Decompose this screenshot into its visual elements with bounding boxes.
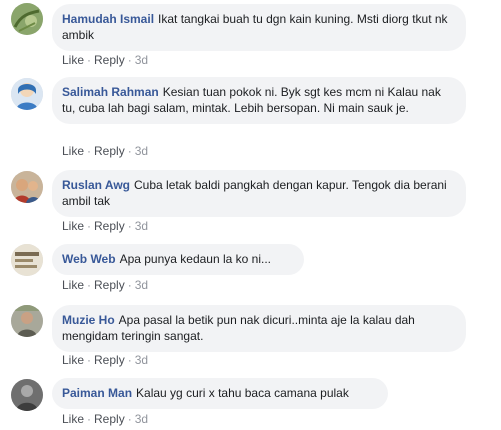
comment-timestamp[interactable]: 3d (135, 353, 148, 367)
comment-bubble: Salimah Rahman Kesian tuan pokok ni. Byk … (52, 77, 466, 124)
comment-bubble: Ruslan Awg Cuba letak baldi pangkah denga… (52, 170, 466, 217)
separator-dot: · (127, 144, 132, 158)
separator-dot: · (87, 144, 92, 158)
reply-button[interactable]: Reply (94, 144, 125, 158)
comment-text: Kalau yg curi x tahu baca camana pulak (136, 386, 349, 400)
separator-dot: · (127, 412, 132, 426)
comment-bubble: Muzie Ho Apa pasal la betik pun nak dicur… (52, 305, 466, 352)
comment-timestamp[interactable]: 3d (135, 144, 148, 158)
comment-bubble: Hamudah Ismail Ikat tangkai buah tu dgn k… (52, 4, 466, 51)
separator-dot: · (87, 412, 92, 426)
like-button[interactable]: Like (62, 353, 84, 367)
avatar-hamudah-ismail-icon[interactable] (11, 3, 43, 35)
like-button[interactable]: Like (62, 278, 84, 292)
comment-author[interactable]: Ruslan Awg (62, 178, 130, 192)
reply-button[interactable]: Reply (94, 53, 125, 67)
reply-button[interactable]: Reply (94, 412, 125, 426)
comment-timestamp[interactable]: 3d (135, 219, 148, 233)
separator-dot: · (87, 353, 92, 367)
comment-timestamp[interactable]: 3d (135, 53, 148, 67)
separator-dot: · (127, 278, 132, 292)
separator-dot: · (127, 53, 132, 67)
comment-timestamp[interactable]: 3d (135, 278, 148, 292)
reply-button[interactable]: Reply (94, 353, 125, 367)
avatar-ruslan-awg-icon[interactable] (11, 171, 43, 203)
comment-text: Apa punya kedaun la ko ni... (119, 252, 272, 266)
comment-actions: Like · Reply · 3d (62, 411, 148, 427)
comment-actions: Like · Reply · 3d (62, 352, 148, 368)
separator-dot: · (87, 278, 92, 292)
comment-actions: Like · Reply · 3d (62, 218, 148, 234)
like-button[interactable]: Like (62, 53, 84, 67)
avatar-muzie-ho-icon[interactable] (11, 305, 43, 337)
separator-dot: · (127, 353, 132, 367)
like-button[interactable]: Like (62, 144, 84, 158)
avatar-salimah-rahman-icon[interactable] (11, 78, 43, 110)
like-button[interactable]: Like (62, 219, 84, 233)
comment-author[interactable]: Salimah Rahman (62, 85, 159, 99)
comment-actions: Like · Reply · 3d (62, 52, 148, 68)
comment-author[interactable]: Hamudah Ismail (62, 12, 154, 26)
comment-actions: Like · Reply · 3d (62, 277, 148, 293)
reply-button[interactable]: Reply (94, 278, 125, 292)
avatar-paiman-man-icon[interactable] (11, 379, 43, 411)
comment-author[interactable]: Paiman Man (62, 386, 132, 400)
separator-dot: · (87, 219, 92, 233)
comment-author[interactable]: Web Web (62, 252, 116, 266)
comment-bubble: Web Web Apa punya kedaun la ko ni... (52, 244, 304, 275)
reply-button[interactable]: Reply (94, 219, 125, 233)
comment-actions: Like · Reply · 3d (62, 143, 148, 159)
separator-dot: · (87, 53, 92, 67)
like-button[interactable]: Like (62, 412, 84, 426)
comment-bubble: Paiman Man Kalau yg curi x tahu baca cama… (52, 378, 388, 409)
avatar-web-web-icon[interactable] (11, 244, 43, 276)
separator-dot: · (127, 219, 132, 233)
comment-author[interactable]: Muzie Ho (62, 313, 115, 327)
comment-timestamp[interactable]: 3d (135, 412, 148, 426)
